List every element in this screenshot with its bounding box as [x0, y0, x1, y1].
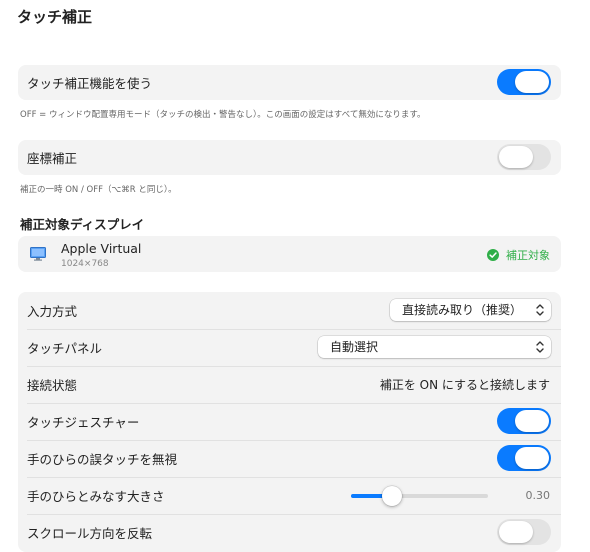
palm-size-slider[interactable]: [351, 486, 488, 506]
touch-panel-select[interactable]: 自動選択: [318, 336, 551, 358]
coordinate-card: 座標補正: [18, 140, 561, 175]
connection-value: 補正を ON にすると接続します: [379, 378, 550, 392]
slider-knob[interactable]: [382, 486, 403, 506]
touch-feature-note: OFF = ウィンドウ配置専用モード（タッチの検出・警告なし）。この画面の設定は…: [20, 110, 426, 120]
touch-feature-label: タッチ補正機能を使う: [27, 76, 153, 91]
check-circle-icon: [487, 249, 499, 261]
touch-panel-label: タッチパネル: [27, 341, 103, 356]
coordinate-label: 座標補正: [27, 151, 78, 166]
toggle-knob: [499, 521, 533, 543]
input-method-label: 入力方式: [27, 304, 78, 319]
touch-panel-row: タッチパネル 自動選択: [18, 329, 561, 366]
display-card[interactable]: Apple Virtual 1024×768 補正対象: [18, 236, 561, 272]
touch-feature-toggle[interactable]: [497, 69, 551, 95]
coordinate-row: 座標補正: [18, 140, 561, 175]
input-method-row: 入力方式 直接読み取り（推奨）: [18, 292, 561, 329]
touch-feature-card: タッチ補正機能を使う: [18, 65, 561, 100]
settings-card: 入力方式 直接読み取り（推奨） タッチパネル 自動選択 接続状態 補正を ON …: [18, 292, 561, 552]
palm-reject-label: 手のひらの誤タッチを無視: [27, 452, 178, 467]
page-title: タッチ補正: [17, 8, 93, 26]
display-status-text: 補正対象: [506, 249, 550, 262]
updown-chevron-icon: [536, 304, 544, 316]
coordinate-note: 補正の一時 ON / OFF（⌥⌘R と同じ）。: [20, 185, 177, 195]
monitor-icon: [30, 247, 46, 261]
input-method-value: 直接読み取り（推奨）: [402, 303, 523, 317]
scroll-reverse-toggle[interactable]: [497, 519, 551, 545]
coordinate-toggle[interactable]: [497, 144, 551, 170]
scroll-reverse-label: スクロール方向を反転: [27, 526, 153, 541]
toggle-knob: [515, 447, 549, 469]
toggle-knob: [515, 410, 549, 432]
touch-panel-value: 自動選択: [330, 340, 379, 354]
connection-row: 接続状態 補正を ON にすると接続します: [18, 366, 561, 403]
input-method-select[interactable]: 直接読み取り（推奨）: [390, 299, 551, 321]
display-name: Apple Virtual: [61, 241, 142, 256]
toggle-knob: [515, 71, 549, 93]
gesture-row: タッチジェスチャー: [18, 403, 561, 440]
display-resolution: 1024×768: [61, 259, 109, 269]
touch-feature-row: タッチ補正機能を使う: [18, 65, 561, 100]
scroll-reverse-row: スクロール方向を反転: [18, 514, 561, 551]
gesture-toggle[interactable]: [497, 408, 551, 434]
palm-size-label: 手のひらとみなす大きさ: [27, 489, 165, 504]
connection-label: 接続状態: [27, 378, 78, 393]
display-status: 補正対象: [487, 247, 550, 263]
toggle-knob: [499, 146, 533, 168]
palm-reject-row: 手のひらの誤タッチを無視: [18, 440, 561, 477]
palm-size-row: 手のひらとみなす大きさ 0.30: [18, 477, 561, 514]
gesture-label: タッチジェスチャー: [27, 415, 140, 430]
palm-size-value: 0.30: [525, 489, 551, 502]
display-section-heading: 補正対象ディスプレイ: [20, 217, 145, 232]
updown-chevron-icon: [536, 341, 544, 353]
palm-reject-toggle[interactable]: [497, 445, 551, 471]
